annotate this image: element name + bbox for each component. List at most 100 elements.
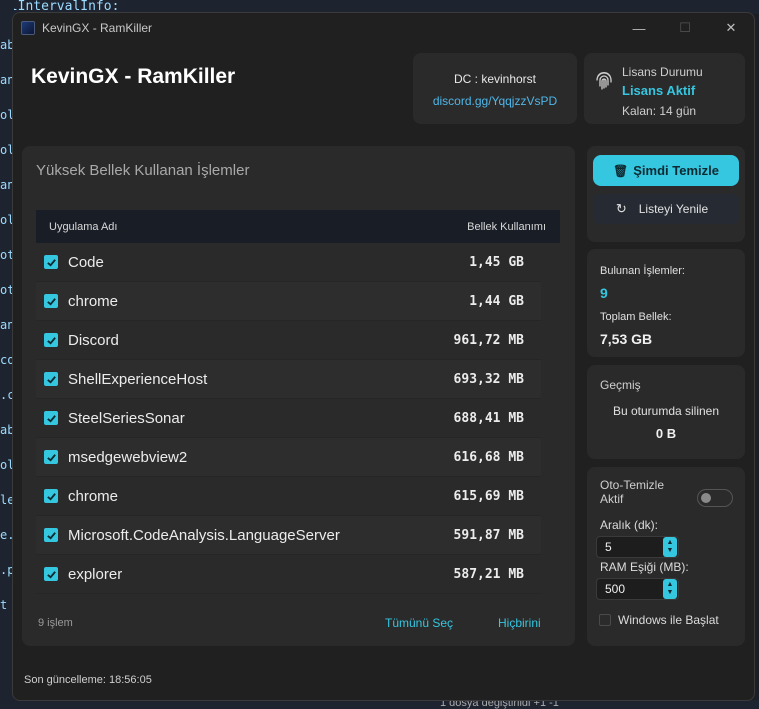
ram-threshold-stepper[interactable]: 500 ▲ ▼ <box>596 578 679 600</box>
toggle-knob <box>701 493 711 503</box>
process-name: ShellExperienceHost <box>68 370 208 388</box>
trash-icon: 🗑 <box>613 163 629 178</box>
table-row[interactable]: chrome 615,69 MB <box>36 477 541 516</box>
history-card: Geçmiş Bu oturumda silinen 0 B <box>587 365 745 459</box>
table-row[interactable]: SteelSeriesSonar 688,41 MB <box>36 399 541 438</box>
row-checkbox[interactable] <box>44 294 58 308</box>
row-checkbox[interactable] <box>44 450 58 464</box>
clean-now-button[interactable]: 🗑 Şimdi Temizle <box>593 155 739 186</box>
app-icon <box>21 21 35 35</box>
process-memory: 615,69 MB <box>453 488 524 504</box>
process-memory: 1,45 GB <box>469 254 524 270</box>
process-list: Code 1,45 GB chrome 1,44 GB Discord 961,72 MB… <box>36 243 541 594</box>
table-row[interactable]: msedgewebview2 616,68 MB <box>36 438 541 477</box>
minimize-button[interactable]: — <box>616 13 662 43</box>
select-none-link[interactable]: Hiçbirini <box>498 616 541 630</box>
process-memory: 961,72 MB <box>453 332 524 348</box>
process-count: 9 işlem <box>38 617 73 629</box>
check-icon <box>46 297 56 306</box>
refresh-icon: ↻ <box>615 201 627 216</box>
check-icon <box>46 336 56 345</box>
discord-card: DC : kevinhorst discord.gg/YqqjzzVsPD <box>413 53 577 124</box>
license-card: Lisans Durumu Lisans Aktif Kalan: 14 gün <box>584 53 745 124</box>
process-name: Microsoft.CodeAnalysis.LanguageServer <box>68 526 340 544</box>
actions-card: 🗑 Şimdi Temizle ↻ Listeyi Yenile <box>587 146 745 242</box>
fingerprint-icon <box>596 72 612 90</box>
process-panel: Yüksek Bellek Kullanan İşlemler Uygulama… <box>22 146 575 646</box>
ram-threshold-value[interactable]: 500 <box>605 582 663 596</box>
table-header: Uygulama Adı Bellek Kullanımı <box>36 210 560 243</box>
row-checkbox[interactable] <box>44 372 58 386</box>
check-icon <box>46 531 56 540</box>
history-value: 0 B <box>655 426 677 441</box>
windows-start-option[interactable]: Windows ile Başlat <box>599 613 719 627</box>
background-code-fragment: t <box>0 598 8 612</box>
process-memory: 591,87 MB <box>453 527 524 543</box>
row-checkbox[interactable] <box>44 489 58 503</box>
auto-clean-toggle[interactable] <box>697 489 733 507</box>
interval-stepper[interactable]: 5 ▲ ▼ <box>596 536 679 558</box>
row-checkbox[interactable] <box>44 567 58 581</box>
check-icon <box>46 453 56 462</box>
license-label: Lisans Durumu <box>622 65 703 79</box>
row-checkbox[interactable] <box>44 333 58 347</box>
table-row[interactable]: chrome 1,44 GB <box>36 282 541 321</box>
window-controls: — ☐ ✕ <box>616 13 754 43</box>
row-checkbox[interactable] <box>44 528 58 542</box>
refresh-list-button[interactable]: ↻ Listeyi Yenile <box>593 194 739 224</box>
license-status: Lisans Aktif <box>622 83 696 98</box>
found-processes-value: 9 <box>600 285 608 301</box>
check-icon <box>46 414 56 423</box>
stepper-arrows-icon[interactable]: ▲ ▼ <box>663 537 677 557</box>
process-name: msedgewebview2 <box>68 448 188 466</box>
process-name: chrome <box>68 292 119 310</box>
ram-threshold-label: RAM Eşiği (MB): <box>600 560 689 574</box>
process-name: Discord <box>68 331 119 349</box>
table-row[interactable]: explorer 587,21 MB <box>36 555 541 594</box>
process-memory: 587,21 MB <box>453 566 524 582</box>
process-memory: 616,68 MB <box>453 449 524 465</box>
process-name: Code <box>68 253 104 271</box>
windows-start-checkbox[interactable] <box>599 614 611 626</box>
close-button[interactable]: ✕ <box>708 13 754 43</box>
process-panel-title: Yüksek Bellek Kullanan İşlemler <box>36 162 250 179</box>
check-icon <box>46 492 56 501</box>
license-remaining: Kalan: 14 gün <box>622 104 697 118</box>
title-bar[interactable]: KevinGX - RamKiller — ☐ ✕ <box>13 13 754 43</box>
stepper-arrows-icon[interactable]: ▲ ▼ <box>663 579 677 599</box>
maximize-button[interactable]: ☐ <box>662 13 708 43</box>
clean-now-label: Şimdi Temizle <box>633 163 719 178</box>
column-memory[interactable]: Bellek Kullanımı <box>467 221 546 233</box>
select-all-link[interactable]: Tümünü Seç <box>385 616 453 630</box>
interval-value[interactable]: 5 <box>605 540 663 554</box>
row-checkbox[interactable] <box>44 411 58 425</box>
page-title: KevinGX - RamKiller <box>31 65 236 88</box>
auto-clean-card: Oto-Temizle Aktif Aralık (dk): 5 ▲ ▼ RAM … <box>587 467 745 646</box>
refresh-list-label: Listeyi Yenile <box>638 202 709 216</box>
status-bar: Son güncelleme: 18:56:05 <box>24 674 152 686</box>
column-app-name[interactable]: Uygulama Adı <box>49 221 117 233</box>
window-title: KevinGX - RamKiller <box>42 21 153 35</box>
interval-label: Aralık (dk): <box>600 518 659 532</box>
process-name: explorer <box>68 565 123 583</box>
history-subtitle: Bu oturumda silinen <box>612 404 720 418</box>
table-row[interactable]: Discord 961,72 MB <box>36 321 541 360</box>
discord-link[interactable]: discord.gg/YqqjzzVsPD <box>413 94 577 108</box>
table-row[interactable]: ShellExperienceHost 693,32 MB <box>36 360 541 399</box>
process-name: SteelSeriesSonar <box>68 409 185 427</box>
windows-start-label: Windows ile Başlat <box>618 613 719 627</box>
found-processes-label: Bulunan İşlemler: <box>600 265 685 277</box>
background-status-strip: 1 dosya değiştirildi +1 -1 <box>0 700 759 709</box>
table-row[interactable]: Microsoft.CodeAnalysis.LanguageServer 591… <box>36 516 541 555</box>
history-title: Geçmiş <box>600 378 641 392</box>
total-memory-value: 7,53 GB <box>600 331 653 347</box>
process-memory: 1,44 GB <box>469 293 524 309</box>
process-memory: 693,32 MB <box>453 371 524 387</box>
discord-label: DC : kevinhorst <box>453 72 537 86</box>
process-memory: 688,41 MB <box>453 410 524 426</box>
total-memory-label: Toplam Bellek: <box>600 311 672 323</box>
process-name: chrome <box>68 487 119 505</box>
check-icon <box>46 375 56 384</box>
table-row[interactable]: Code 1,45 GB <box>36 243 541 282</box>
row-checkbox[interactable] <box>44 255 58 269</box>
